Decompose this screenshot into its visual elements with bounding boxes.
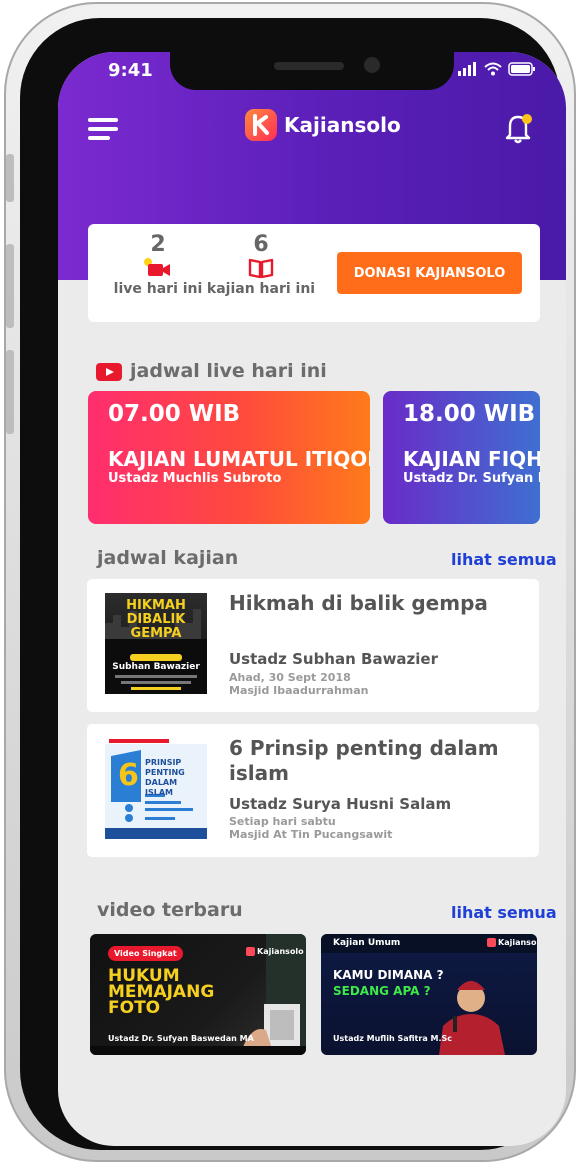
stats-card: 2 live hari ini 6 kajian hari ini DONASI… [88, 224, 540, 322]
kajian-poster-image: 6 PRINSIP PENTING DALAM ISLAM [105, 738, 207, 839]
live-time: 18.00 WIB [403, 401, 536, 427]
video-headline-line-1: KAMU DIMANA ? [333, 968, 444, 982]
live-label: live hari ini [113, 281, 203, 297]
battery-icon [508, 62, 535, 76]
video-brand-name: Kajiansolo [257, 947, 304, 956]
live-card[interactable]: 07.00 WIB KAJIAN LUMATUL ITIQOD Ustadz M… [88, 391, 370, 524]
phone-notch [170, 52, 454, 90]
status-time: 9:41 [108, 60, 153, 81]
kajian-label: kajian hari ini [206, 281, 316, 297]
kajian-title: Hikmah di balik gempa [229, 591, 488, 615]
video-brand: Kajiansolo [487, 938, 537, 947]
stat-kajian[interactable]: 6 kajian hari ini [206, 232, 316, 297]
video-thumbnail[interactable]: Video Singkat Kajiansolo HUKUM MEMAJANG … [90, 934, 306, 1055]
live-time: 07.00 WIB [108, 401, 241, 427]
poster-heading: HIKMAH DIBALIK GEMPA [126, 598, 186, 641]
kajian-see-all-link[interactable]: lihat semua [451, 550, 557, 569]
kajian-schedule: Setiap hari sabtu [229, 815, 336, 828]
live-card[interactable]: 18.00 WIB KAJIAN FIQH Ustadz Dr. Sufyan … [383, 391, 540, 524]
phone-bezel: 9:41 Kajiansolo 2 live hari ini 6 kajian… [20, 18, 566, 1150]
live-title: KAJIAN FIQH [403, 447, 540, 471]
video-headline: HUKUM MEMAJANG FOTO [108, 966, 215, 1018]
live-speaker: Ustadz Muchlis Subroto [108, 471, 282, 486]
app-screen: 9:41 Kajiansolo 2 live hari ini 6 kajian… [58, 52, 566, 1146]
live-section-title: jadwal live hari ini [130, 360, 327, 382]
front-camera [364, 57, 380, 73]
kajian-count: 6 [253, 232, 269, 257]
poster-heading: PRINSIP PENTING DALAM ISLAM [145, 758, 185, 797]
earpiece-speaker [274, 62, 344, 70]
kajian-place: Masjid Ibaadurrahman [229, 684, 369, 697]
kajiansolo-logo-icon [487, 938, 496, 947]
wifi-icon [484, 62, 502, 76]
kajian-date: Ahad, 30 Sept 2018 [229, 671, 351, 684]
kajian-place: Masjid At Tin Pucangsawit [229, 828, 393, 841]
video-see-all-link[interactable]: lihat semua [451, 903, 557, 922]
video-brand-name: Kajiansolo [498, 938, 537, 947]
kajian-section-title: jadwal kajian [97, 547, 239, 569]
video-badge: Video Singkat [108, 946, 183, 961]
kajiansolo-logo-icon [245, 109, 277, 141]
kajian-list-item[interactable]: HIKMAH DIBALIK GEMPA Subhan Bawazier Hik… [87, 579, 539, 712]
poster-number: 6 [118, 758, 139, 793]
live-count: 2 [150, 232, 166, 257]
youtube-icon [96, 363, 122, 381]
video-brand: Kajiansolo [246, 947, 304, 956]
app-logo: Kajiansolo [244, 108, 401, 142]
kajian-title: 6 Prinsip penting dalam islam [229, 736, 499, 785]
video-speaker: Ustadz Dr. Sufyan Baswedan MA [108, 1034, 254, 1043]
video-section-title: video terbaru [97, 899, 243, 921]
phone-frame: 9:41 Kajiansolo 2 live hari ini 6 kajian… [4, 2, 576, 1162]
kajian-poster-image: HIKMAH DIBALIK GEMPA Subhan Bawazier [105, 593, 207, 694]
video-speaker: Ustadz Muflih Safitra M.Sc [333, 1034, 453, 1043]
video-thumbnail[interactable]: Kajian Umum Kajiansolo KAMU DIMANA ? SED… [321, 934, 537, 1055]
app-name: Kajiansolo [284, 113, 401, 137]
video-headline-line-2: SEDANG APA ? [333, 984, 431, 998]
stat-live[interactable]: 2 live hari ini [108, 232, 208, 297]
poster-name: Subhan Bawazier [112, 662, 200, 672]
kajiansolo-logo-icon [246, 947, 255, 956]
kajian-list-item[interactable]: 6 PRINSIP PENTING DALAM ISLAM 6 Prinsip … [87, 724, 539, 857]
status-icons [458, 62, 536, 76]
book-icon [248, 258, 274, 279]
notification-bell-icon[interactable] [504, 112, 534, 144]
video-category: Kajian Umum [333, 938, 401, 948]
video-icon [144, 258, 170, 276]
kajian-speaker: Ustadz Surya Husni Salam [229, 795, 452, 813]
hamburger-menu-icon[interactable] [88, 118, 118, 140]
signal-icon [458, 62, 476, 76]
silent-switch [6, 154, 14, 202]
live-title: KAJIAN LUMATUL ITIQOD [108, 447, 370, 471]
volume-down-button [6, 350, 14, 434]
live-speaker: Ustadz Dr. Sufyan B [403, 471, 540, 486]
volume-up-button [6, 244, 14, 328]
donate-button[interactable]: DONASI KAJIANSOLO [337, 252, 522, 294]
kajian-speaker: Ustadz Subhan Bawazier [229, 650, 438, 668]
